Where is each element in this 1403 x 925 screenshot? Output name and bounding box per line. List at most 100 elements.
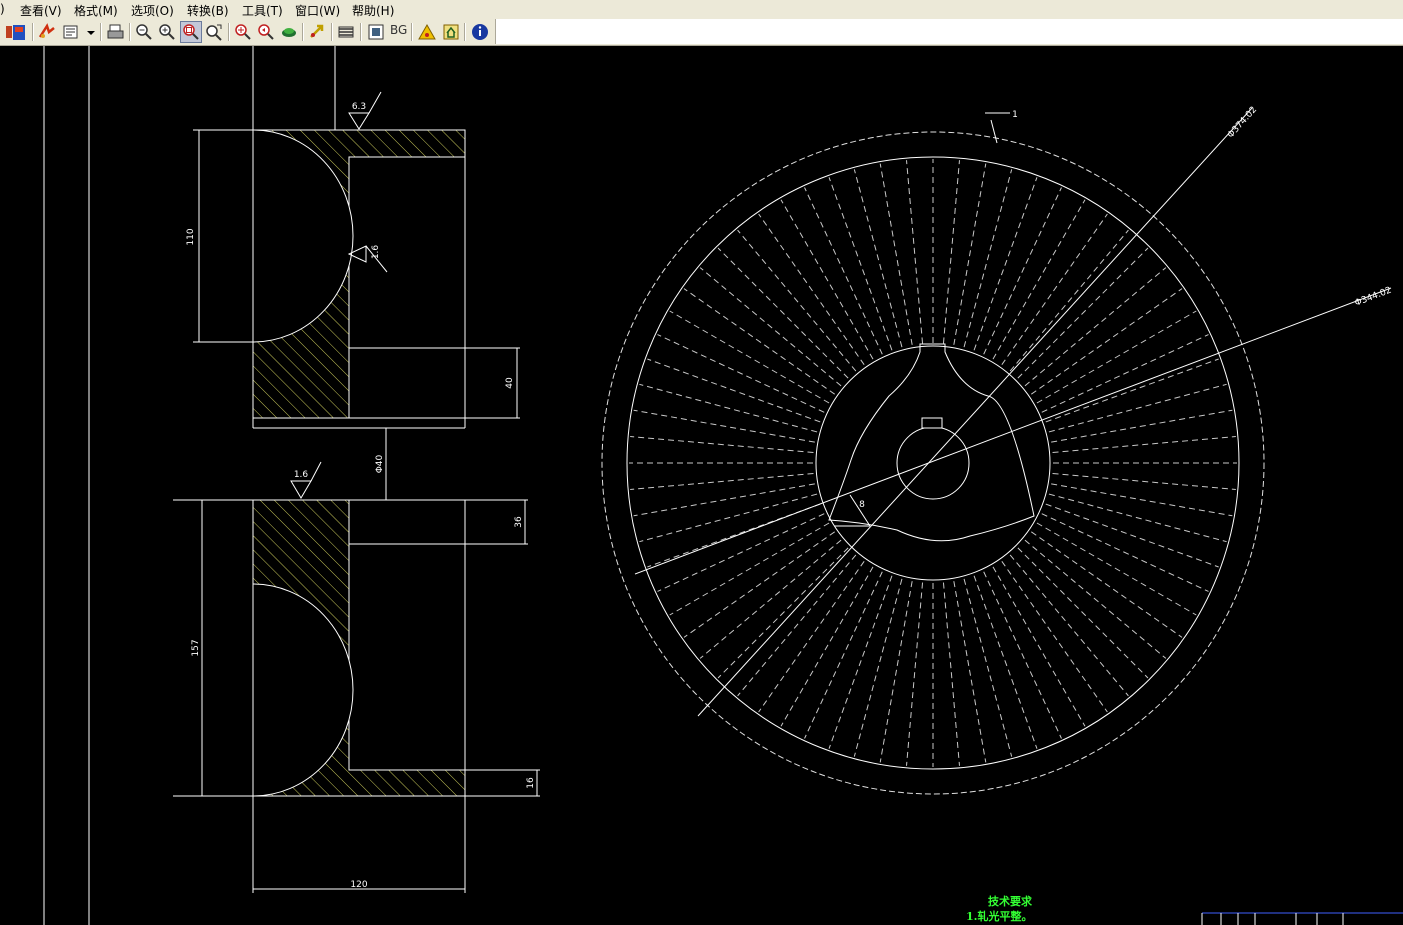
menu-convert[interactable]: 转换(B) [187,2,229,19]
spoke-line [657,334,825,413]
spoke-line [1024,267,1167,387]
spoke-line [1045,503,1219,568]
title-block [1201,912,1403,925]
toolbar-separator [32,23,34,41]
dim-label-40: 40 [505,377,515,389]
menu-help[interactable]: 帮助(H) [352,2,394,19]
dropdown-arrow-icon[interactable] [81,22,95,42]
zoom-previous-icon[interactable] [256,22,276,42]
spoke-line [879,163,913,345]
spoke-line [657,513,825,592]
menu-options[interactable]: 选项(O) [131,2,174,19]
spoke-line [1041,334,1209,413]
spoke-line [1051,483,1233,517]
spoke-line [669,310,830,404]
zoom-window-icon[interactable] [180,21,202,43]
spoke-line [953,163,987,345]
spoke-line [633,409,815,443]
spoke-line [639,383,818,433]
dim-label-110: 110 [186,228,196,245]
spoke-line [879,581,913,763]
menu-window[interactable]: 窗口(W) [295,2,340,19]
tech-requirements-note: 1.轧光平整。 [966,910,1033,923]
print-icon[interactable] [106,22,126,42]
spoke-line [828,177,893,351]
spoke-line [942,160,960,344]
spoke-line [1024,539,1167,659]
spoke-line [1041,513,1209,592]
layer-icon[interactable] [279,22,299,42]
radial-label-8: 8 [859,500,865,510]
zoom-extents-icon[interactable] [233,22,253,42]
toolbar-separator [360,23,362,41]
spoke-line [963,169,1013,348]
dim-label-36: 36 [514,516,524,528]
spoke-line [953,581,987,763]
drawing-canvas[interactable]: 110 40 Φ40 36 157 16 120 6.3 1.6 1.6 Φ37… [0,46,1403,925]
spoke-line [1009,229,1129,372]
spoke-line [992,566,1086,727]
spoke-line [1052,436,1236,454]
toolbar-separator [100,23,102,41]
spoke-line [804,571,883,739]
toolbar-separator [331,23,333,41]
roughness-label-6-3: 6.3 [352,102,366,112]
spoke-line [983,571,1062,739]
spoke-line [1009,554,1129,697]
spoke-line [647,358,821,423]
book-icon[interactable] [10,22,30,42]
info-icon[interactable] [470,22,490,42]
menu-tools[interactable]: 工具(T) [242,2,283,19]
menu-file-partial[interactable]: ) [0,2,5,16]
spoke-line [1048,383,1227,433]
inner-diameter-label: Φ344.02 [1353,286,1393,309]
spoke-line [906,582,924,766]
tech-requirements-title: 技术要求 [988,895,1032,908]
layers-panel-icon[interactable] [336,22,356,42]
plan-view [601,107,1392,795]
spoke-line [737,554,857,697]
spoke-line [1052,472,1236,490]
pointer-icon[interactable] [307,22,327,42]
spoke-line [942,582,960,766]
frame-icon[interactable] [366,22,386,42]
roughness-label-1-6-b: 1.6 [294,470,309,480]
section-view-bottom [173,461,540,893]
convert-icon[interactable] [37,22,57,42]
outer-diameter-label: Φ374.02 [1226,105,1259,140]
spoke-line [1051,409,1233,443]
dim-label-157: 157 [191,639,201,656]
menu-format[interactable]: 格式(M) [74,2,118,19]
spoke-line [780,566,874,727]
zoom-in-icon[interactable] [157,22,177,42]
spoke-line [973,177,1038,351]
home-icon[interactable] [441,22,461,42]
toolbar-separator [129,23,131,41]
background-toggle[interactable]: BG [390,23,407,37]
zoom-out-icon[interactable] [134,22,154,42]
cad-drawing: 110 40 Φ40 36 157 16 120 6.3 1.6 1.6 Φ37… [43,46,1403,925]
spoke-lines [629,159,1237,767]
zoom-pan-icon[interactable] [204,22,224,42]
print-setup-icon[interactable] [61,22,81,42]
spoke-line [1045,358,1219,423]
toolbar-separator [302,23,304,41]
dim-label-16: 16 [526,777,536,789]
tick-label-1: 1 [1012,110,1018,120]
open-icon[interactable] [0,22,12,42]
toolbar-separator [228,23,230,41]
spoke-line [639,493,818,543]
warning-icon[interactable] [417,22,437,42]
spoke-line [804,187,883,355]
toolbar-empty-area [495,19,1403,44]
spoke-line [780,199,874,360]
menu-view[interactable]: 查看(V) [20,2,62,19]
spoke-line [853,578,903,757]
spoke-line [699,539,842,659]
roughness-label-1-6-a: 1.6 [371,245,381,260]
spoke-line [1048,493,1227,543]
spoke-line [699,267,842,387]
spoke-line [630,472,814,490]
spoke-line [963,578,1013,757]
spoke-line [1036,522,1197,616]
